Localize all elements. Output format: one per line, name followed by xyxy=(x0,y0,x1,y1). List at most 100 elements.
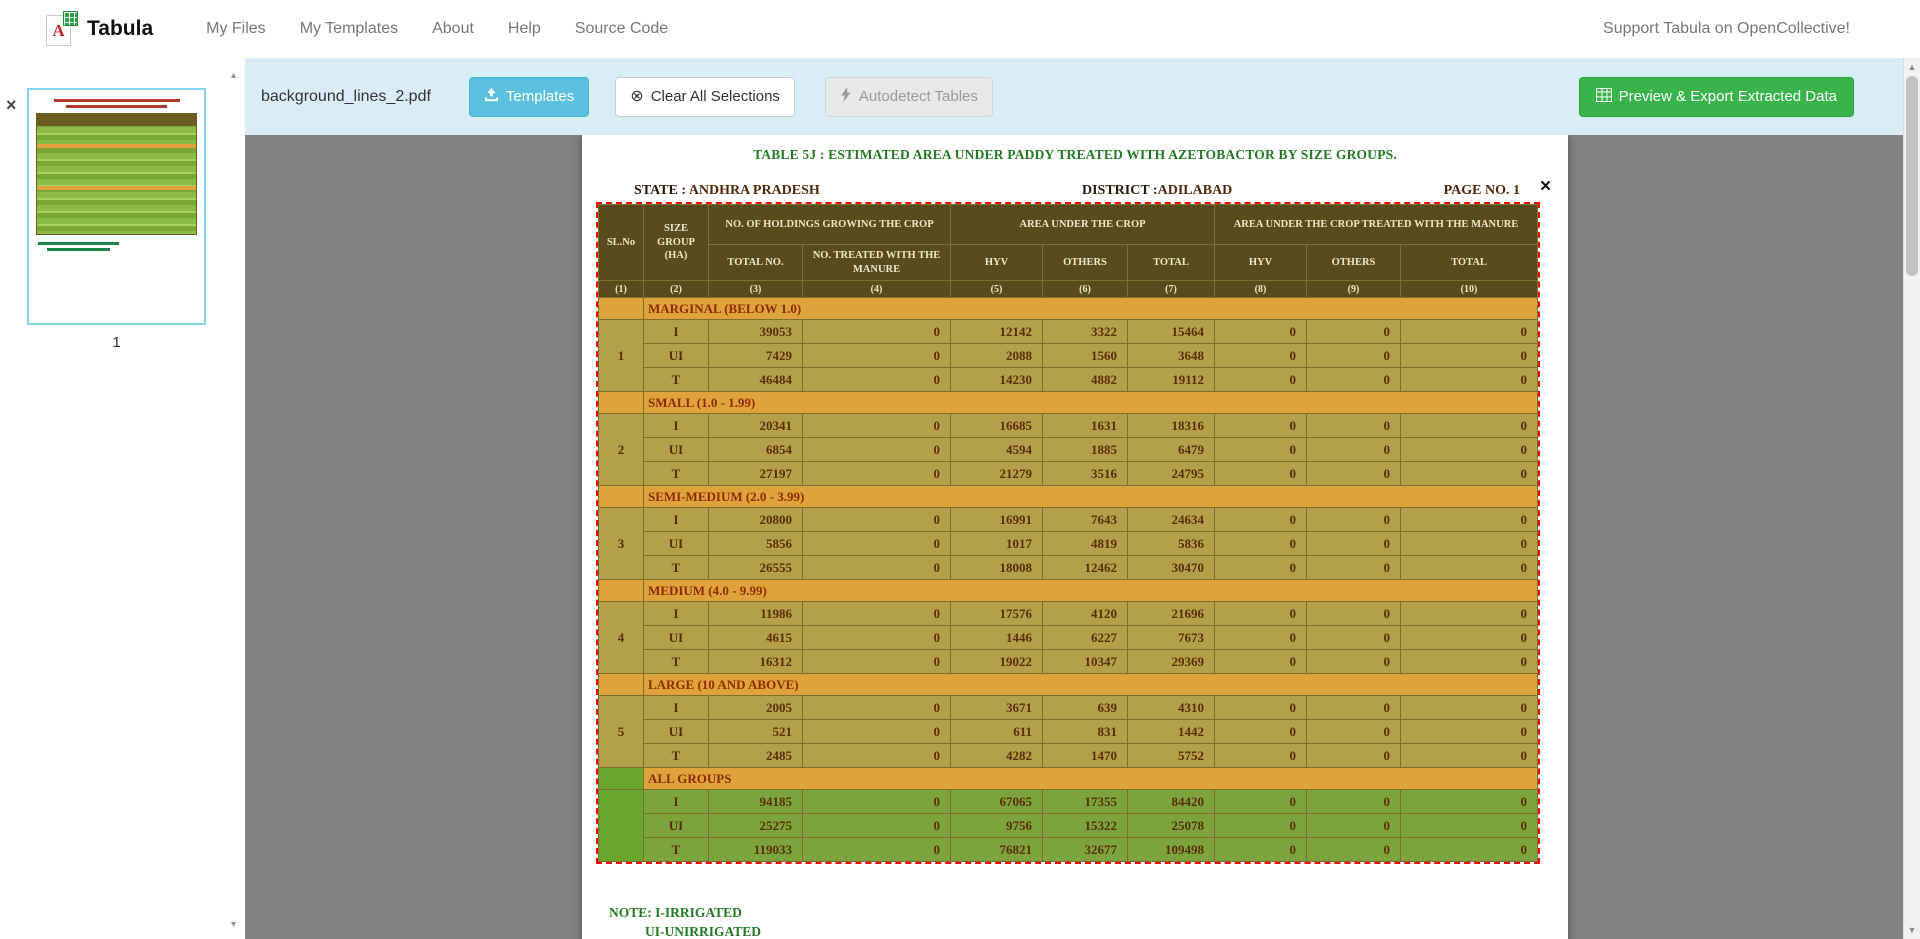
nav-item-my-files[interactable]: My Files xyxy=(189,20,283,38)
value-cell: 20341 xyxy=(709,414,803,438)
subheader: OTHERS xyxy=(1043,245,1128,281)
row-type: I xyxy=(644,414,709,438)
value-cell: 10347 xyxy=(1043,650,1128,674)
row-type: UI xyxy=(644,344,709,368)
value-cell: 1631 xyxy=(1043,414,1128,438)
value-cell: 4594 xyxy=(951,438,1043,462)
note-line-2: UI-UNIRRIGATED xyxy=(609,922,761,939)
value-cell: 15464 xyxy=(1128,320,1215,344)
table-row: I941850670651735584420000 xyxy=(599,790,1538,814)
table-header-row: SL.No SIZE GROUP (HA) NO. OF HOLDINGS GR… xyxy=(599,205,1538,245)
table-icon xyxy=(1596,88,1612,106)
value-cell: 7673 xyxy=(1128,626,1215,650)
clear-all-selections-button[interactable]: ⊗ Clear All Selections xyxy=(615,77,795,117)
value-cell: 0 xyxy=(1401,720,1538,744)
value-cell: 16312 xyxy=(709,650,803,674)
thumb-title-line xyxy=(54,99,180,102)
row-type: I xyxy=(644,696,709,720)
value-cell: 0 xyxy=(803,414,951,438)
subheader: TOTAL NO. xyxy=(709,245,803,281)
value-cell: 0 xyxy=(1401,556,1538,580)
tabula-logo[interactable]: A xyxy=(46,11,78,47)
remove-page-button[interactable]: × xyxy=(6,96,17,114)
scroll-down-icon[interactable]: ▼ xyxy=(1904,925,1920,935)
value-cell: 0 xyxy=(1307,814,1401,838)
table-row: 4I11986017576412021696000 xyxy=(599,602,1538,626)
value-cell: 0 xyxy=(1401,368,1538,392)
table-row: T163120190221034729369000 xyxy=(599,650,1538,674)
value-cell: 17576 xyxy=(951,602,1043,626)
value-cell: 0 xyxy=(1215,744,1307,768)
remove-selection-button[interactable]: × xyxy=(1540,177,1551,196)
nav-item-about[interactable]: About xyxy=(415,20,491,38)
row-type: T xyxy=(644,368,709,392)
value-cell: 16685 xyxy=(951,414,1043,438)
page-thumbnail[interactable] xyxy=(27,88,206,325)
value-cell: 0 xyxy=(803,344,951,368)
value-cell: 0 xyxy=(1215,508,1307,532)
table-selection[interactable]: SL.No SIZE GROUP (HA) NO. OF HOLDINGS GR… xyxy=(596,202,1540,864)
table-row: 5I2005036716394310000 xyxy=(599,696,1538,720)
col-number: (7) xyxy=(1128,281,1215,298)
brand-title[interactable]: Tabula xyxy=(87,17,153,41)
column-numbers-row: (1) (2) (3) (4) (5) (6) (7) (8) (9) (10) xyxy=(599,281,1538,298)
value-cell: 4120 xyxy=(1043,602,1128,626)
group-name: MEDIUM (4.0 - 9.99) xyxy=(644,580,1538,602)
sidebar-scroll-up-icon[interactable]: ▲ xyxy=(229,70,238,80)
value-cell: 0 xyxy=(1215,438,1307,462)
subheader: TOTAL xyxy=(1401,245,1538,281)
table-row: T265550180081246230470000 xyxy=(599,556,1538,580)
scroll-up-icon[interactable]: ▲ xyxy=(1904,62,1920,72)
subheader: NO. TREATED WITH THE MANURE xyxy=(803,245,951,281)
value-cell: 0 xyxy=(803,814,951,838)
value-cell: 0 xyxy=(1215,532,1307,556)
value-cell: 0 xyxy=(803,320,951,344)
sidebar-scroll-down-icon[interactable]: ▼ xyxy=(229,919,238,929)
group-name: MARGINAL (BELOW 1.0) xyxy=(644,298,1538,320)
templates-button[interactable]: Templates xyxy=(469,77,589,117)
value-cell: 12142 xyxy=(951,320,1043,344)
value-cell: 4882 xyxy=(1043,368,1128,392)
nav-item-source-code[interactable]: Source Code xyxy=(558,20,685,38)
value-cell: 0 xyxy=(1401,602,1538,626)
value-cell: 0 xyxy=(1215,650,1307,674)
state-label: STATE : xyxy=(634,183,686,198)
value-cell: 15322 xyxy=(1043,814,1128,838)
row-type: UI xyxy=(644,626,709,650)
state-value: ANDHRA PRADESH xyxy=(689,183,820,198)
value-cell: 21696 xyxy=(1128,602,1215,626)
value-cell: 521 xyxy=(709,720,803,744)
value-cell: 639 xyxy=(1043,696,1128,720)
value-cell: 27197 xyxy=(709,462,803,486)
value-cell: 24634 xyxy=(1128,508,1215,532)
value-cell: 32677 xyxy=(1043,838,1128,862)
table-row: UI46150144662277673000 xyxy=(599,626,1538,650)
sl-number: 4 xyxy=(599,602,644,674)
value-cell: 0 xyxy=(1215,556,1307,580)
value-cell: 0 xyxy=(1307,720,1401,744)
value-cell: 1885 xyxy=(1043,438,1128,462)
sl-cell xyxy=(599,392,644,414)
value-cell: 0 xyxy=(1401,838,1538,862)
scrollbar-thumb[interactable] xyxy=(1906,76,1918,276)
value-cell: 0 xyxy=(1215,414,1307,438)
value-cell: 0 xyxy=(1215,720,1307,744)
row-type: UI xyxy=(644,438,709,462)
nav-item-my-templates[interactable]: My Templates xyxy=(283,20,415,38)
clear-button-label: Clear All Selections xyxy=(651,88,780,105)
nav-item-help[interactable]: Help xyxy=(491,20,558,38)
value-cell: 0 xyxy=(1307,556,1401,580)
main-column: background_lines_2.pdf Templates ⊗ Clear… xyxy=(245,58,1920,939)
preview-export-button[interactable]: Preview & Export Extracted Data xyxy=(1579,77,1854,117)
value-cell: 29369 xyxy=(1128,650,1215,674)
support-link[interactable]: Support Tabula on OpenCollective! xyxy=(1603,20,1850,38)
value-cell: 0 xyxy=(1401,696,1538,720)
value-cell: 84420 xyxy=(1128,790,1215,814)
value-cell: 0 xyxy=(1401,626,1538,650)
vertical-scrollbar[interactable]: ▲ ▼ xyxy=(1903,58,1920,939)
value-cell: 831 xyxy=(1043,720,1128,744)
value-cell: 25275 xyxy=(709,814,803,838)
value-cell: 6227 xyxy=(1043,626,1128,650)
lightning-icon xyxy=(840,87,852,106)
header-area-treated: AREA UNDER THE CROP TREATED WITH THE MAN… xyxy=(1215,205,1538,245)
